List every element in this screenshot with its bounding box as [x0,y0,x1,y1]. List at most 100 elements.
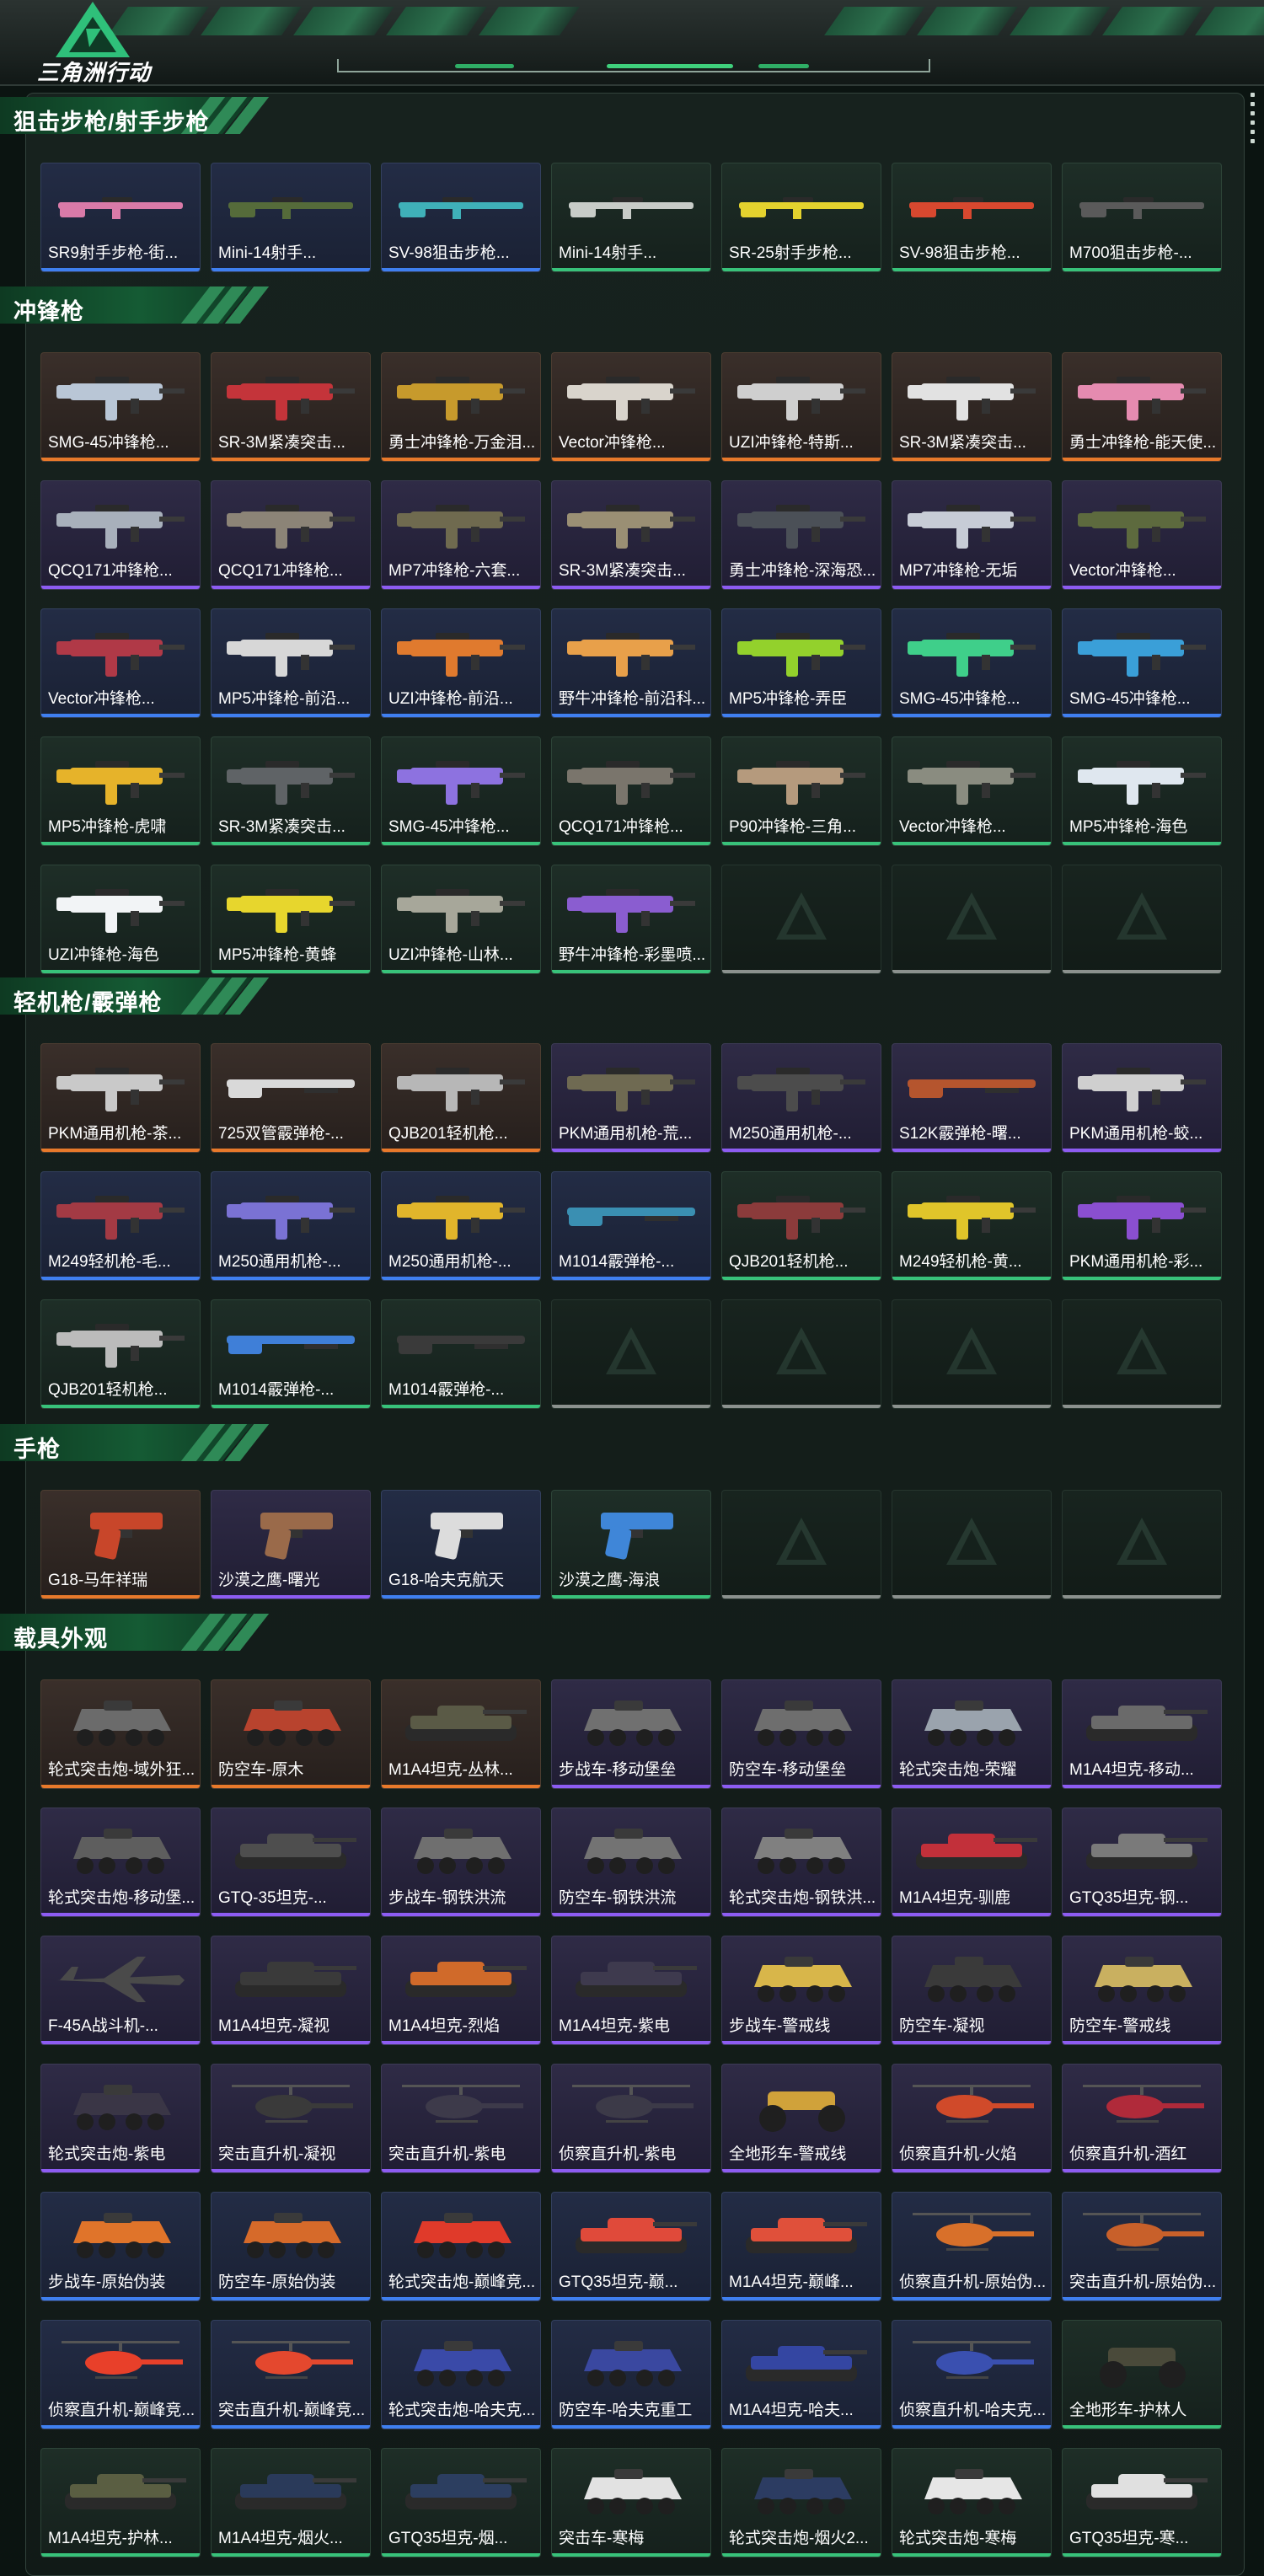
skin-card[interactable]: 突击车-寒梅 [551,2448,711,2557]
skin-card[interactable]: M1A4坦克-巅峰... [721,2192,881,2301]
skin-card[interactable]: PKM通用机枪-彩... [1062,1171,1222,1281]
skin-card[interactable]: GTQ35坦克-巅... [551,2192,711,2301]
skin-card[interactable]: M1A4坦克-紫电 [551,1936,711,2045]
skin-card[interactable]: M1014霰弹枪-... [381,1299,541,1409]
skin-card[interactable]: M1A4坦克-烟火... [211,2448,371,2557]
skin-card[interactable]: 步战车-警戒线 [721,1936,881,2045]
skin-card[interactable]: SR9射手步枪-街... [40,163,201,272]
skin-card[interactable]: MP5冲锋枪-前沿... [211,608,371,718]
skin-card[interactable]: MP7冲锋枪-无垢 [892,480,1052,590]
skin-card[interactable]: QJB201轻机枪... [721,1171,881,1281]
skin-card[interactable]: 防空车-原始伪装 [211,2192,371,2301]
skin-card[interactable]: UZI冲锋枪-山林... [381,865,541,974]
skin-card[interactable]: MP5冲锋枪-黄蜂 [211,865,371,974]
skin-card[interactable]: 侦察直升机-火焰 [892,2064,1052,2173]
skin-card[interactable]: SR-3M紧凑突击... [551,480,711,590]
skin-card[interactable]: 轮式突击炮-烟火2... [721,2448,881,2557]
skin-card[interactable]: Vector冲锋枪... [551,352,711,462]
skin-card[interactable]: 突击直升机-原始伪... [1062,2192,1222,2301]
skin-card[interactable]: G18-马年祥瑞 [40,1490,201,1599]
skin-card[interactable]: MP5冲锋枪-海色 [1062,736,1222,846]
skin-card[interactable]: 防空车-警戒线 [1062,1936,1222,2045]
skin-card[interactable]: 全地形车-警戒线 [721,2064,881,2173]
skin-card[interactable]: QJB201轻机枪... [40,1299,201,1409]
skin-card[interactable]: QJB201轻机枪... [381,1043,541,1153]
skin-card[interactable]: PKM通用机枪-茶... [40,1043,201,1153]
skin-card[interactable]: 侦察直升机-紫电 [551,2064,711,2173]
skin-card[interactable]: M249轻机枪-黄... [892,1171,1052,1281]
skin-card[interactable]: 轮式突击炮-移动堡... [40,1807,201,1917]
skin-card[interactable]: 轮式突击炮-巅峰竞... [381,2192,541,2301]
skin-card[interactable]: 沙漠之鹰-曙光 [211,1490,371,1599]
skin-card[interactable]: M1A4坦克-烈焰 [381,1936,541,2045]
skin-card[interactable]: 突击直升机-紫电 [381,2064,541,2173]
skin-card[interactable]: MP5冲锋枪-弄臣 [721,608,881,718]
skin-card[interactable]: G18-哈夫克航天 [381,1490,541,1599]
skin-card[interactable]: MP5冲锋枪-虎啸 [40,736,201,846]
skin-card[interactable]: M1014霰弹枪-... [551,1171,711,1281]
skin-card[interactable]: 勇士冲锋枪-万金泪... [381,352,541,462]
skin-card[interactable]: GTQ35坦克-寒... [1062,2448,1222,2557]
skin-card[interactable]: SR-3M紧凑突击... [211,352,371,462]
skin-card[interactable]: UZI冲锋枪-特斯... [721,352,881,462]
skin-card[interactable]: 轮式突击炮-紫电 [40,2064,201,2173]
skin-card[interactable]: QCQ171冲锋枪... [551,736,711,846]
skin-card[interactable]: Vector冲锋枪... [892,736,1052,846]
skin-card[interactable]: F-45A战斗机-... [40,1936,201,2045]
skin-card[interactable]: M250通用机枪-... [211,1171,371,1281]
skin-card[interactable]: M250通用机枪-... [381,1171,541,1281]
skin-card[interactable]: SMG-45冲锋枪... [40,352,201,462]
skin-card[interactable]: 轮式突击炮-哈夫克... [381,2320,541,2429]
skin-card[interactable]: 轮式突击炮-荣耀 [892,1679,1052,1789]
skin-card[interactable]: M1A4坦克-移动... [1062,1679,1222,1789]
skin-card[interactable]: 勇士冲锋枪-深海恐... [721,480,881,590]
skin-card[interactable]: M1A4坦克-丛林... [381,1679,541,1789]
skin-card[interactable]: S12K霰弹枪-曙... [892,1043,1052,1153]
skin-card[interactable]: 725双管霰弹枪-... [211,1043,371,1153]
skin-card[interactable]: UZI冲锋枪-海色 [40,865,201,974]
skin-card[interactable]: 防空车-原木 [211,1679,371,1789]
skin-card[interactable]: 轮式突击炮-寒梅 [892,2448,1052,2557]
skin-card[interactable]: P90冲锋枪-三角... [721,736,881,846]
skin-card[interactable]: M1A4坦克-哈夫... [721,2320,881,2429]
skin-card[interactable]: M700狙击步枪-... [1062,163,1222,272]
skin-card[interactable]: 突击直升机-巅峰竞... [211,2320,371,2429]
skin-card[interactable]: M1A4坦克-护林... [40,2448,201,2557]
skin-card[interactable]: 轮式突击炮-域外狂... [40,1679,201,1789]
skin-card[interactable]: 沙漠之鹰-海浪 [551,1490,711,1599]
skin-card[interactable]: 侦察直升机-巅峰竞... [40,2320,201,2429]
skin-card[interactable]: 突击直升机-凝视 [211,2064,371,2173]
skin-card[interactable]: PKM通用机枪-荒... [551,1043,711,1153]
skin-card[interactable]: Mini-14射手... [211,163,371,272]
skin-card[interactable]: Vector冲锋枪... [1062,480,1222,590]
skin-card[interactable]: SV-98狙击步枪... [381,163,541,272]
skin-card[interactable]: 野牛冲锋枪-前沿科... [551,608,711,718]
skin-card[interactable]: Mini-14射手... [551,163,711,272]
skin-card[interactable]: 侦察直升机-原始伪... [892,2192,1052,2301]
scrollbar-handle[interactable] [1251,93,1256,143]
skin-card[interactable]: GTQ35坦克-烟... [381,2448,541,2557]
skin-card[interactable]: 步战车-原始伪装 [40,2192,201,2301]
skin-card[interactable]: UZI冲锋枪-前沿... [381,608,541,718]
skin-card[interactable]: PKM通用机枪-蛟... [1062,1043,1222,1153]
skin-card[interactable]: 防空车-哈夫克重工 [551,2320,711,2429]
skin-card[interactable]: SR-3M紧凑突击... [211,736,371,846]
skin-card[interactable]: M249轻机枪-毛... [40,1171,201,1281]
skin-card[interactable]: 步战车-钢铁洪流 [381,1807,541,1917]
skin-card[interactable]: SR-25射手步枪... [721,163,881,272]
skin-card[interactable]: M250通用机枪-... [721,1043,881,1153]
skin-card[interactable]: 步战车-移动堡垒 [551,1679,711,1789]
skin-card[interactable]: 侦察直升机-哈夫克... [892,2320,1052,2429]
skin-card[interactable]: 全地形车-护林人 [1062,2320,1222,2429]
skin-card[interactable]: M1A4坦克-驯鹿 [892,1807,1052,1917]
skin-card[interactable]: 勇士冲锋枪-能天使... [1062,352,1222,462]
skin-card[interactable]: 防空车-移动堡垒 [721,1679,881,1789]
skin-card[interactable]: SMG-45冲锋枪... [1062,608,1222,718]
skin-card[interactable]: 轮式突击炮-钢铁洪... [721,1807,881,1917]
skin-card[interactable]: 野牛冲锋枪-彩墨喷... [551,865,711,974]
skin-card[interactable]: 防空车-凝视 [892,1936,1052,2045]
skin-card[interactable]: M1A4坦克-凝视 [211,1936,371,2045]
skin-card[interactable]: 侦察直升机-酒红 [1062,2064,1222,2173]
skin-card[interactable]: M1014霰弹枪-... [211,1299,371,1409]
skin-card[interactable]: GTQ35坦克-钢... [1062,1807,1222,1917]
